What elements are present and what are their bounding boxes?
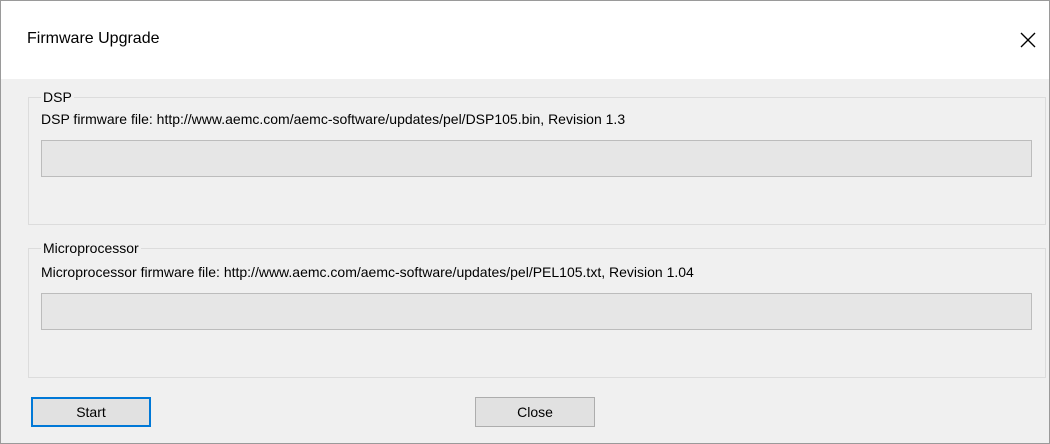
title-bar: Firmware Upgrade — [1, 1, 1049, 79]
start-button[interactable]: Start — [31, 397, 151, 427]
microprocessor-firmware-file-text: Microprocessor firmware file: http://www… — [41, 264, 694, 280]
window-title: Firmware Upgrade — [27, 30, 160, 47]
firmware-upgrade-dialog: Firmware Upgrade DSP DSP firmware file: … — [0, 0, 1050, 444]
close-icon[interactable] — [1013, 25, 1043, 55]
microprocessor-progress-bar — [41, 293, 1032, 330]
microprocessor-group: Microprocessor Microprocessor firmware f… — [28, 239, 1046, 378]
microprocessor-group-label: Microprocessor — [41, 239, 141, 257]
dsp-progress-bar — [41, 140, 1032, 177]
dsp-group-label: DSP — [41, 88, 74, 106]
dsp-firmware-file-text: DSP firmware file: http://www.aemc.com/a… — [41, 111, 626, 127]
close-button[interactable]: Close — [475, 397, 595, 427]
dsp-group: DSP DSP firmware file: http://www.aemc.c… — [28, 88, 1046, 225]
